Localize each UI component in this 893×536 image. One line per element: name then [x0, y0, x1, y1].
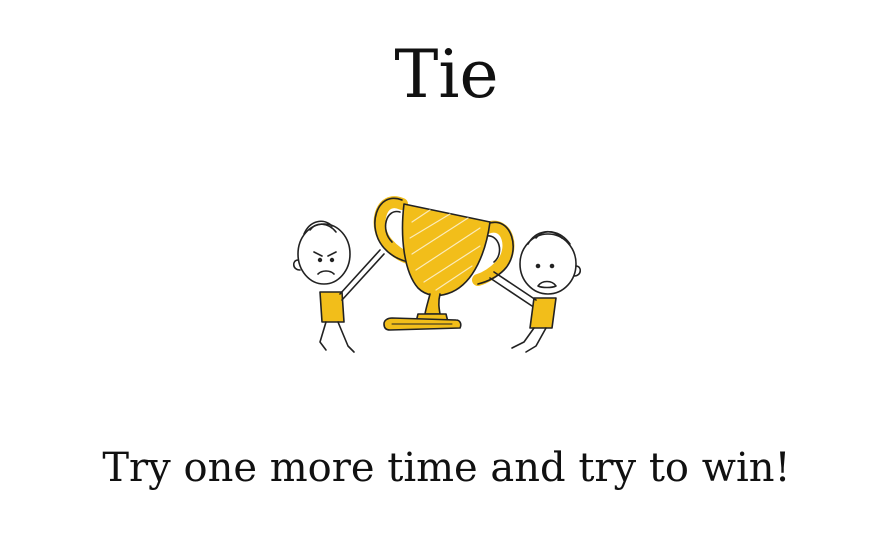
trophy-sharing-stick-figures-icon [292, 196, 582, 353]
trophy-illustration [280, 182, 600, 367]
result-title: Tie [394, 36, 499, 113]
retry-message: Try one more time and try to win! [102, 445, 791, 491]
tie-result-screen: Tie Try one more time and try to win! [0, 0, 893, 536]
